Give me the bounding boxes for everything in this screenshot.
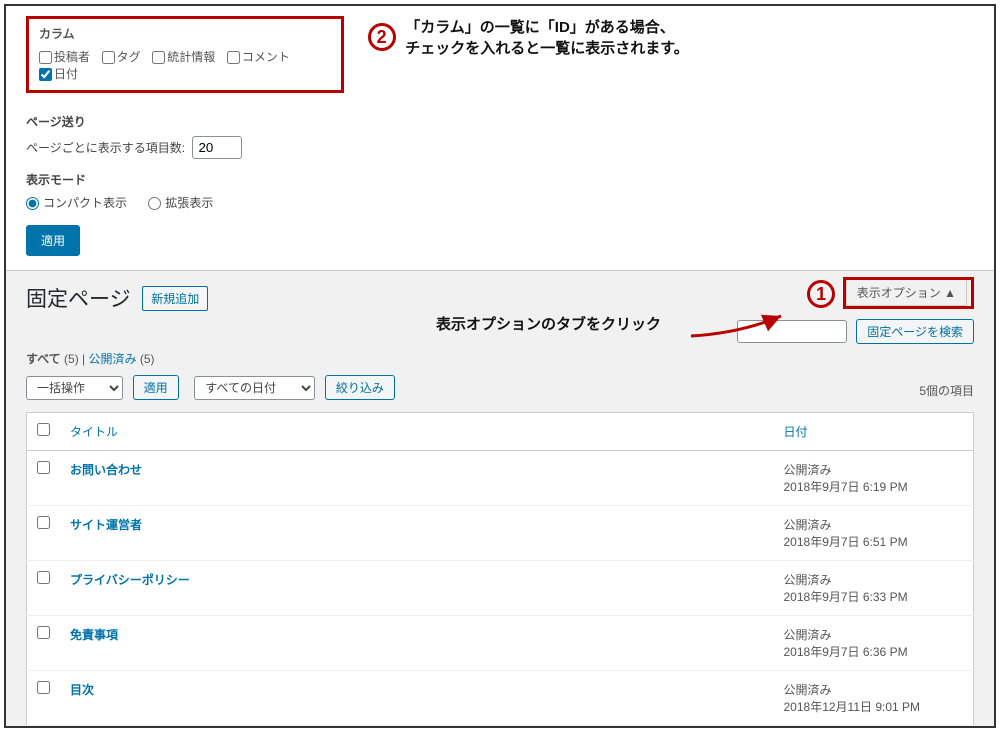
table-row: 目次 公開済み 2018年12月11日 9:01 PM [27,671,974,726]
view-mode-fieldset: 表示モード コンパクト表示 拡張表示 [26,171,974,211]
page-title-link[interactable]: 目次 [70,683,94,697]
page-title-link[interactable]: プライバシーポリシー [70,573,190,587]
bulk-action-select[interactable]: 一括操作 [26,376,123,400]
row-status: 公開済み [784,571,964,588]
view-mode-compact[interactable]: コンパクト表示 [26,194,127,211]
pagination-legend: ページ送り [26,113,974,130]
table-row: プライバシーポリシー 公開済み 2018年9月7日 6:33 PM [27,561,974,616]
row-status: 公開済み [784,681,964,698]
bulk-apply-button[interactable]: 適用 [133,375,179,400]
row-checkbox[interactable] [37,681,50,694]
screen-options-panel: カラム 投稿者 タグ 統計情報 コメント 日付 2 「カラム」の一覧に「ID」が… [6,6,994,271]
column-checkbox-author[interactable]: 投稿者 [39,48,90,65]
row-checkbox[interactable] [37,571,50,584]
row-date: 2018年9月7日 6:36 PM [784,645,908,659]
annotation-2-line2: チェックを入れると一覧に表示されます。 [405,40,689,57]
row-checkbox[interactable] [37,461,50,474]
view-mode-legend: 表示モード [26,171,974,188]
screen-options-apply-button[interactable]: 適用 [26,225,80,256]
table-row: お問い合わせ 公開済み 2018年9月7日 6:19 PM [27,451,974,506]
row-checkbox[interactable] [37,626,50,639]
column-header-title[interactable]: タイトル [60,413,774,451]
row-date: 2018年9月7日 6:19 PM [784,480,908,494]
annotation-number-2-icon: 2 [368,23,396,51]
select-all-checkbox[interactable] [37,423,50,436]
column-checkbox-stats[interactable]: 統計情報 [152,48,215,65]
row-status: 公開済み [784,461,964,478]
annotation-1-text: 表示オプションのタブをクリック [436,313,661,334]
row-date: 2018年12月11日 9:01 PM [784,700,921,714]
table-row: サイト運営者 公開済み 2018年9月7日 6:51 PM [27,506,974,561]
column-checkbox-tags[interactable]: タグ [102,48,141,65]
view-mode-extended[interactable]: 拡張表示 [148,194,213,211]
page-title: 固定ページ [26,283,131,313]
pages-table: タイトル 日付 お問い合わせ公開済み2018年9月7日 6:19 PMサイト運営… [26,412,974,726]
columns-legend: カラム [39,27,75,41]
annotation-1-frame: 表示オプション ▲ [843,277,974,309]
page-header: 固定ページ 新規追加 1 表示オプション ▲ [6,271,994,319]
column-checkbox-comments[interactable]: コメント [227,48,290,65]
filter-published-count: (5) [140,352,155,366]
row-status: 公開済み [784,626,964,643]
row-date: 2018年9月7日 6:51 PM [784,535,908,549]
annotation-1-row: 表示オプションのタブをクリック 固定ページを検索 [6,319,994,350]
filter-all-count: (5) [64,352,79,366]
page-title-link[interactable]: サイト運営者 [70,518,142,532]
column-checkbox-date[interactable]: 日付 [39,65,78,82]
annotation-2: 2 「カラム」の一覧に「ID」がある場合、 チェックを入れると一覧に表示されます… [368,16,689,58]
screen-options-toggle[interactable]: 表示オプション ▲ [846,280,967,306]
items-per-page-label: ページごとに表示する項目数: [26,141,185,155]
status-filter-links: すべて (5) | 公開済み (5) [6,350,994,375]
filter-button[interactable]: 絞り込み [325,375,395,400]
search-pages-button[interactable]: 固定ページを検索 [856,319,974,344]
row-checkbox[interactable] [37,516,50,529]
columns-fieldset: カラム 投稿者 タグ 統計情報 コメント 日付 [26,16,344,93]
table-row: 免責事項 公開済み 2018年9月7日 6:36 PM [27,616,974,671]
column-header-date[interactable]: 日付 [774,413,974,451]
filter-published-link[interactable]: 公開済み [89,352,137,366]
annotation-number-1-icon: 1 [807,280,835,308]
pagination-fieldset: ページ送り ページごとに表示する項目数: [26,113,974,159]
add-new-button[interactable]: 新規追加 [142,286,208,311]
date-filter-select[interactable]: すべての日付 [194,376,315,400]
row-date: 2018年9月7日 6:33 PM [784,590,908,604]
filter-all-label[interactable]: すべて [26,352,61,366]
row-status: 公開済み [784,516,964,533]
page-title-link[interactable]: お問い合わせ [70,463,142,477]
tablenav: 一括操作 適用 すべての日付 絞り込み 5個の項目 [6,375,994,408]
arrow-icon [686,311,796,341]
page-title-link[interactable]: 免責事項 [70,628,118,642]
item-count: 5個の項目 [919,382,974,399]
items-per-page-input[interactable] [192,136,242,159]
annotation-2-line1: 「カラム」の一覧に「ID」がある場合、 [405,19,675,36]
